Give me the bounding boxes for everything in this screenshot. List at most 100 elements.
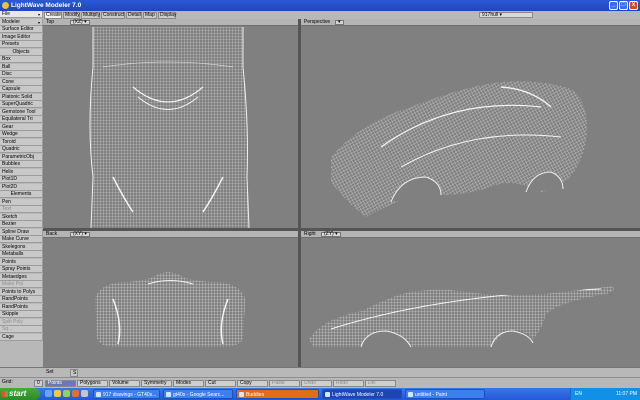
minimize-button[interactable]: _ — [609, 1, 618, 10]
tool-helix[interactable]: Helix — [0, 168, 43, 176]
back-view-wireframe — [95, 272, 245, 347]
viewport-right[interactable]: Right (ZY) ▾ — [301, 231, 640, 367]
mode-symmetry-button[interactable]: Symmetry — [141, 380, 172, 387]
mode-copy-button[interactable]: Copy — [237, 380, 268, 387]
viewport-back[interactable]: Back (XY) ▾ — [43, 231, 298, 367]
viewport-mode-select[interactable]: (XZ) ▾ — [70, 20, 90, 25]
object-name: 917hull — [482, 12, 499, 18]
tool-make-curve-5[interactable]: Make Curve — [0, 236, 43, 243]
mode-paste-button[interactable]: Paste — [269, 380, 300, 387]
tool-box[interactable]: Box — [0, 56, 43, 63]
close-button[interactable]: x — [629, 1, 638, 10]
mode-del-button[interactable]: Del — [365, 380, 396, 387]
taskbar-item[interactable]: untitled - Paint — [405, 389, 485, 399]
viewport-top[interactable]: Top (XZ) ▾ — [43, 19, 298, 228]
quicklaunch-app2-icon[interactable] — [81, 390, 88, 397]
tool-split-poly-16[interactable]: Split Poly — [0, 318, 43, 326]
tool-randpoints-13[interactable]: RandPoints — [0, 296, 43, 303]
tool-points-to-polys-12[interactable]: Points to Polys — [0, 288, 43, 296]
viewport-label[interactable]: Right — [304, 231, 316, 237]
tool-sketch-2[interactable]: Sketch — [0, 213, 43, 221]
viewport-label[interactable]: Top — [46, 19, 54, 25]
tool-ball[interactable]: Ball — [0, 63, 43, 71]
taskbar-item[interactable]: 917 drawings - GT40s... — [93, 389, 160, 399]
tool-metaedges-10[interactable]: Metaedges — [0, 273, 43, 281]
mode-polygons-button[interactable]: Polygons — [77, 380, 108, 387]
tool-pen-0[interactable]: Pen — [0, 198, 43, 206]
menu-presets[interactable]: Presets — [0, 41, 43, 48]
task-app-icon — [239, 392, 244, 397]
tool-sq--17[interactable]: Sq... — [0, 326, 43, 333]
task-app-icon — [166, 392, 171, 397]
mode-cut-button[interactable]: Cut — [205, 380, 236, 387]
taskbar-item[interactable]: LightWave Modeler 7.0 — [322, 389, 402, 399]
quicklaunch-app-icon[interactable] — [72, 390, 79, 397]
quicklaunch-folder-icon[interactable] — [54, 390, 61, 397]
tool-skipple-15[interactable]: Skipple — [0, 311, 43, 318]
tool-skelegons-6[interactable]: Skelegons — [0, 243, 43, 251]
viewport-mode-select[interactable]: (ZY) ▾ — [321, 232, 341, 237]
tool-parametricobj[interactable]: ParametricObj — [0, 153, 43, 161]
tool-plot1d[interactable]: Plot1D — [0, 176, 43, 183]
tool-metaballs-7[interactable]: Metaballs — [0, 251, 43, 258]
tab-construct[interactable]: Construct — [101, 12, 125, 19]
maximize-button[interactable]: □ — [619, 1, 628, 10]
menu-surface-editor[interactable]: Surface Editor — [0, 26, 43, 33]
tool-cone[interactable]: Cone — [0, 78, 43, 86]
set-value[interactable]: S — [70, 369, 78, 377]
objects-section-header: Objects — [0, 48, 43, 56]
tool-cage-18[interactable]: Cage — [0, 333, 43, 341]
language-indicator[interactable]: EN — [575, 388, 582, 400]
viewport-mode-select[interactable]: (XY) ▾ — [70, 232, 90, 237]
mode-points-button[interactable]: Points — [45, 380, 76, 387]
tool-platonic-solid[interactable]: Platonic Solid — [0, 93, 43, 101]
tool-bubbles[interactable]: Bubbles — [0, 161, 43, 168]
tool-spline-draw-4[interactable]: Spline Draw — [0, 228, 43, 236]
tool-quadric[interactable]: Quadric — [0, 146, 43, 153]
mode-redo-button[interactable]: Redo — [333, 380, 364, 387]
tool-make-pol-11[interactable]: Make Pol — [0, 281, 43, 288]
object-selector[interactable]: 917hull ▾ — [479, 12, 533, 18]
tab-map[interactable]: Map — [143, 12, 157, 19]
tab-display[interactable]: Display — [158, 12, 176, 19]
elements-section-header: Elements — [0, 191, 43, 198]
tool-spray-points-9[interactable]: Spray Points — [0, 266, 43, 273]
tool-randpoints-14[interactable]: RandPoints — [0, 303, 43, 311]
start-button[interactable]: start — [0, 388, 40, 400]
tool-bezier-3[interactable]: Bezier — [0, 221, 43, 228]
tool-superquadric[interactable]: SuperQuadric — [0, 101, 43, 108]
viewport-perspective[interactable]: Perspective ▾ — [301, 19, 640, 228]
menu-file[interactable]: File ▾ — [0, 11, 43, 18]
quicklaunch-ie-icon[interactable] — [45, 390, 52, 397]
tab-modify[interactable]: Modify — [63, 12, 80, 19]
tab-create[interactable]: Create — [44, 12, 62, 19]
quicklaunch-media-icon[interactable] — [63, 390, 70, 397]
mode-undo-button[interactable]: Undo — [301, 380, 332, 387]
viewport-label[interactable]: Perspective — [304, 19, 330, 25]
mode-volume-button[interactable]: Volume — [109, 380, 140, 387]
viewport-label[interactable]: Back — [46, 231, 57, 237]
taskbar-item[interactable]: gt40s - Google Searc... — [163, 389, 233, 399]
dropdown-arrow-icon: ▾ — [37, 12, 40, 17]
tool-plot2d[interactable]: Plot2D — [0, 183, 43, 191]
tool-points-8[interactable]: Points — [0, 258, 43, 266]
tab-detail[interactable]: Detail — [126, 12, 142, 19]
menu-modeler[interactable]: Modeler ▾ — [0, 18, 43, 26]
mode-modes-button[interactable]: Modes — [173, 380, 204, 387]
windows-taskbar: start EN 11:07 PM 917 drawings - GT40s..… — [0, 388, 640, 400]
menu-image-editor[interactable]: Image Editor — [0, 33, 43, 41]
tab-multiply[interactable]: Multiply — [81, 12, 100, 19]
tool-gear[interactable]: Gear — [0, 123, 43, 131]
tool-equilateral-tri[interactable]: Equilateral Tri — [0, 116, 43, 123]
viewport-area: Top (XZ) ▾ Perspective ▾ Back (XY) ▾ Rig… — [43, 19, 640, 367]
taskbar-item[interactable]: Buddies — [236, 389, 319, 399]
tool-toroid[interactable]: Toroid — [0, 138, 43, 146]
tool-wedge[interactable]: Wedge — [0, 131, 43, 138]
set-label: Set — [44, 369, 70, 377]
tool-capsule[interactable]: Capsule — [0, 86, 43, 93]
tool-gemstone-tool[interactable]: Gemstone Tool — [0, 108, 43, 116]
tool-text-1[interactable]: Text — [0, 206, 43, 213]
tool-disc[interactable]: Disc — [0, 71, 43, 78]
viewport-mode-select[interactable]: ▾ — [335, 20, 344, 25]
left-tool-panel: File ▾ Modeler ▾ Surface Editor Image Editor P… — [0, 11, 43, 377]
